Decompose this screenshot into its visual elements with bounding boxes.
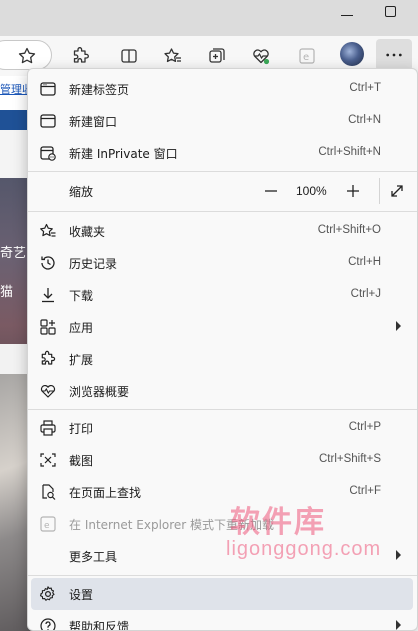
menu-item-browser-essentials[interactable]: 浏览器概要 [31,375,413,407]
extensions-icon [39,350,57,368]
menu-item-label: 打印 [69,422,94,436]
menu-item-label: 设置 [69,588,94,602]
favorite-star-icon[interactable] [14,43,40,69]
menu-item-screenshot[interactable]: 截图 Ctrl+Shift+S [31,444,413,476]
menu-item-label: 在页面上查找 [69,486,142,500]
menu-item-label: 更多工具 [69,550,118,564]
help-icon [39,617,57,630]
menu-item-new-inprivate-window[interactable]: 新建 InPrivate 窗口 Ctrl+Shift+N [31,137,413,169]
menu-item-shortcut: Ctrl+F [349,485,381,497]
menu-item-label: 截图 [69,454,94,468]
printer-icon [39,419,57,437]
menu-item-label: 新建标签页 [69,83,130,97]
ie-mode-icon[interactable]: e [294,43,320,69]
browser-essentials-icon[interactable] [248,43,274,69]
zoom-divider [379,178,380,204]
ie-mode-icon: e [39,515,57,533]
menu-item-find-on-page[interactable]: 在页面上查找 Ctrl+F [31,476,413,508]
profile-avatar[interactable] [340,42,364,66]
watermark-url: ligonggong.com [226,538,382,560]
menu-item-apps[interactable]: 应用 [31,311,413,343]
menu-item-settings[interactable]: 设置 [31,578,413,610]
menu-item-shortcut: Ctrl+Shift+O [317,224,381,236]
menu-item-zoom: 缩放 100% [31,173,413,209]
menu-separator [28,575,417,576]
menu-item-label: 新建窗口 [69,115,118,129]
favorites-icon[interactable] [160,43,186,69]
menu-separator [28,409,417,410]
more-options-button[interactable] [376,39,412,71]
chevron-right-icon [396,620,401,630]
zoom-value: 100% [296,184,327,198]
menu-item-shortcut: Ctrl+Shift+S [319,453,381,465]
history-icon [39,254,57,272]
find-on-page-icon [39,483,57,501]
page-text: 奇艺 [0,246,27,261]
download-icon [39,286,57,304]
menu-item-label: 扩展 [69,353,94,367]
menu-item-new-tab[interactable]: 新建标签页 Ctrl+T [31,73,413,105]
watermark-title: 软件库 [230,505,326,540]
page-text: 猫 [0,285,14,300]
menu-item-history[interactable]: 历史记录 Ctrl+H [31,247,413,279]
menu-item-label: 应用 [69,321,94,335]
menu-item-label: 浏览器概要 [69,385,130,399]
fullscreen-button[interactable] [385,179,409,203]
menu-item-label: 历史记录 [69,257,118,271]
new-tab-icon [39,80,57,98]
new-window-icon [39,112,57,130]
menu-item-shortcut: Ctrl+H [348,256,381,268]
menu-item-new-window[interactable]: 新建窗口 Ctrl+N [31,105,413,137]
menu-item-label: 新建 InPrivate 窗口 [69,147,178,161]
menu-item-label: 收藏夹 [69,225,106,239]
split-screen-icon[interactable] [116,43,142,69]
zoom-in-button[interactable] [341,179,365,203]
menu-item-shortcut: Ctrl+N [348,114,381,126]
expand-icon [391,185,403,197]
apps-icon [39,318,57,336]
menu-item-shortcut: Ctrl+P [348,421,381,433]
gear-icon [39,585,57,603]
chevron-right-icon [396,321,401,331]
menu-item-ie-mode-reload: e 在 Internet Explorer 模式下重新加载 [31,508,413,540]
favorites-icon [39,222,57,240]
menu-item-shortcut: Ctrl+J [350,288,381,300]
menu-separator [28,211,417,212]
screenshot-icon [39,451,57,469]
menu-item-shortcut: Ctrl+T [349,82,381,94]
menu-item-help-feedback[interactable]: 帮助和反馈 [31,610,413,631]
menu-item-favorites[interactable]: 收藏夹 Ctrl+Shift+O [31,215,413,247]
collections-icon[interactable] [204,43,230,69]
zoom-label: 缩放 [69,185,94,199]
minus-icon [265,190,277,192]
menu-item-print[interactable]: 打印 Ctrl+P [31,412,413,444]
plus-icon [347,185,359,197]
menu-item-label: 下载 [69,289,94,303]
inprivate-window-icon [39,144,57,162]
chevron-right-icon [396,550,401,560]
maximize-icon[interactable] [385,6,396,17]
extensions-icon[interactable] [68,43,94,69]
zoom-out-button[interactable] [259,179,283,203]
menu-item-label: 帮助和反馈 [69,620,130,631]
menu-separator [28,171,417,172]
menu-item-shortcut: Ctrl+Shift+N [318,146,381,158]
svg-text:e: e [303,52,309,63]
ellipsis-icon [386,53,402,57]
title-bar [0,0,418,36]
svg-text:e: e [44,521,50,531]
heart-pulse-icon [39,382,57,400]
menu-item-downloads[interactable]: 下载 Ctrl+J [31,279,413,311]
menu-item-extensions[interactable]: 扩展 [31,343,413,375]
minimize-icon[interactable] [341,15,353,16]
